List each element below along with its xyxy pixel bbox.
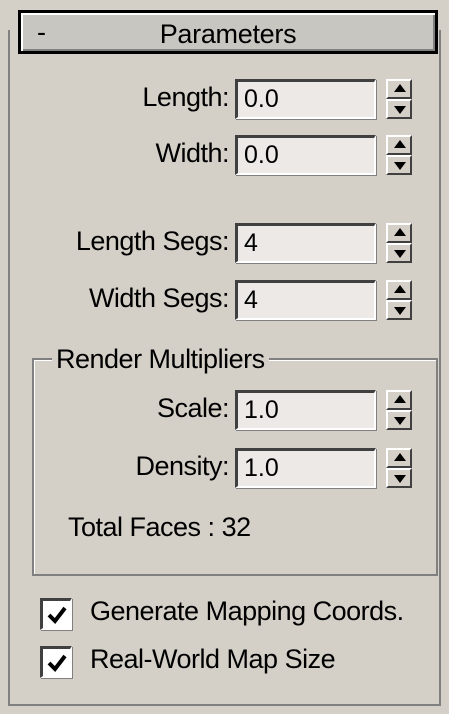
scale-spinner[interactable] <box>386 390 412 430</box>
spinner-down-button[interactable] <box>386 243 412 263</box>
width-label: Width: <box>155 138 229 168</box>
length-label: Length: <box>142 82 229 112</box>
spinner-up-button[interactable] <box>386 135 412 155</box>
width-spinner[interactable] <box>386 135 412 175</box>
triangle-up-icon <box>394 140 406 148</box>
generate-mapping-coords-checkbox[interactable] <box>40 598 72 630</box>
total-faces-readout: Total Faces : 32 <box>68 512 251 542</box>
triangle-up-icon <box>394 84 406 92</box>
length-segs-spinner[interactable] <box>386 223 412 263</box>
width-segs-field[interactable]: 4 <box>235 280 376 320</box>
scale-field[interactable]: 1.0 <box>235 390 376 430</box>
density-field[interactable]: 1.0 <box>235 448 376 488</box>
spinner-up-button[interactable] <box>386 448 412 468</box>
spinner-up-button[interactable] <box>386 79 412 99</box>
triangle-down-icon <box>394 106 406 114</box>
rollout-title: Parameters <box>159 19 297 49</box>
density-spinner[interactable] <box>386 448 412 488</box>
checkmark-icon <box>47 654 67 673</box>
triangle-down-icon <box>394 417 406 425</box>
length-field[interactable]: 0.0 <box>235 79 376 119</box>
scale-label: Scale: <box>156 393 230 423</box>
spinner-down-button[interactable] <box>386 410 412 430</box>
checkmark-icon <box>47 606 67 625</box>
width-field[interactable]: 0.0 <box>235 135 376 175</box>
render-multipliers-title: Render Multipliers <box>52 344 269 375</box>
real-world-map-size-checkbox[interactable] <box>40 646 72 678</box>
rollout-header-parameters[interactable]: - Parameters <box>18 10 438 54</box>
triangle-down-icon <box>394 307 406 315</box>
spinner-up-button[interactable] <box>386 280 412 300</box>
spinner-up-button[interactable] <box>386 390 412 410</box>
generate-mapping-coords-label: Generate Mapping Coords. <box>90 596 404 626</box>
spinner-down-button[interactable] <box>386 468 412 488</box>
triangle-down-icon <box>394 475 406 483</box>
triangle-up-icon <box>394 285 406 293</box>
spinner-down-button[interactable] <box>386 99 412 119</box>
triangle-down-icon <box>394 162 406 170</box>
triangle-down-icon <box>394 250 406 258</box>
length-segs-field[interactable]: 4 <box>235 223 376 263</box>
triangle-up-icon <box>394 395 406 403</box>
spinner-down-button[interactable] <box>386 300 412 320</box>
real-world-map-size-label: Real-World Map Size <box>90 644 336 674</box>
width-segs-label: Width Segs: <box>88 283 230 313</box>
length-spinner[interactable] <box>386 79 412 119</box>
width-segs-spinner[interactable] <box>386 280 412 320</box>
triangle-up-icon <box>394 453 406 461</box>
triangle-up-icon <box>394 228 406 236</box>
spinner-up-button[interactable] <box>386 223 412 243</box>
density-label: Density: <box>135 451 229 481</box>
spinner-down-button[interactable] <box>386 155 412 175</box>
length-segs-label: Length Segs: <box>75 226 230 256</box>
